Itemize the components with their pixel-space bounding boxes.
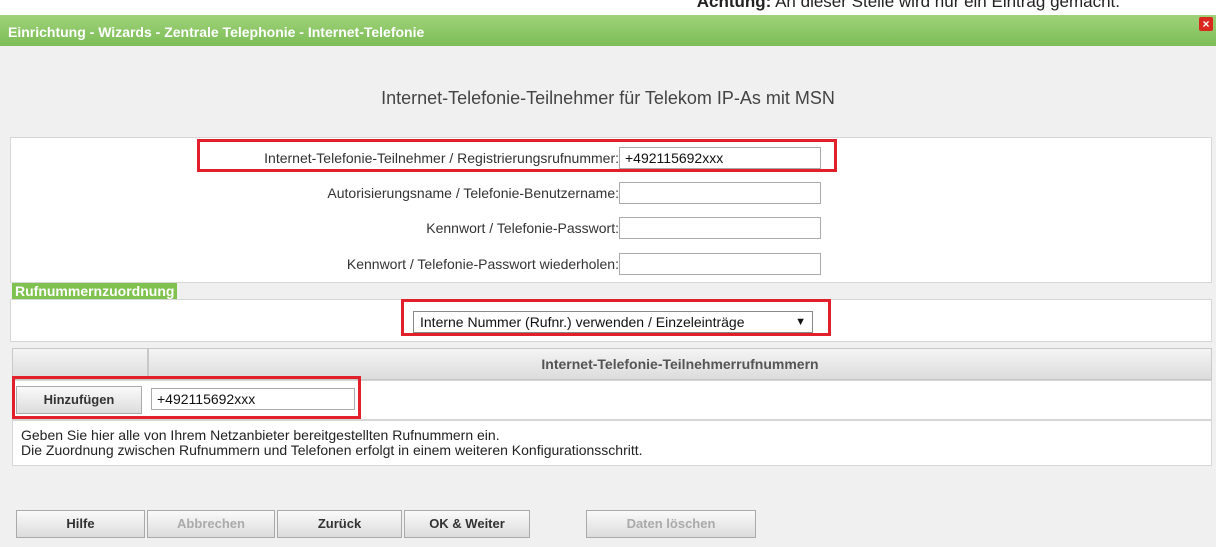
close-icon[interactable]: × (1199, 17, 1213, 31)
password-input[interactable] (619, 217, 821, 239)
top-note: Achtung: An dieser Stelle wird nur ein E… (0, 0, 1216, 14)
highlight-add (12, 376, 361, 419)
info-line-2: Die Zuordnung zwischen Rufnummern und Te… (21, 442, 643, 458)
page-title: Internet-Telefonie-Teilnehmer für Teleko… (381, 88, 835, 108)
section-rufnummernzuordnung: Rufnummernzuordnung (12, 283, 178, 300)
pw2-label: Kennwort / Telefonie-Passwort wiederhole… (346, 256, 619, 272)
cancel-button[interactable]: Abbrechen (147, 510, 275, 538)
note-bold: Achtung: (696, 0, 772, 11)
password-repeat-input[interactable] (619, 253, 821, 275)
info-line-1: Geben Sie hier alle von Ihrem Netzanbiet… (21, 427, 500, 443)
wizard-content: Internet-Telefonie-Teilnehmer für Teleko… (0, 46, 1216, 547)
delete-data-button[interactable]: Daten löschen (586, 510, 756, 538)
ok-next-button[interactable]: OK & Weiter (404, 510, 530, 538)
auth-label: Autorisierungsname / Telefonie-Benutzern… (327, 185, 619, 201)
window-titlebar: Einrichtung - Wizards - Zentrale Telepho… (0, 15, 1216, 46)
window-title: Einrichtung - Wizards - Zentrale Telepho… (8, 24, 425, 40)
highlight-assignment (401, 299, 831, 336)
note-text: An dieser Stelle wird nur ein Eintrag ge… (771, 0, 1120, 11)
pw-label: Kennwort / Telefonie-Passwort: (426, 220, 619, 236)
auth-name-input[interactable] (619, 182, 821, 204)
back-button[interactable]: Zurück (277, 510, 402, 538)
help-button[interactable]: Hilfe (16, 510, 145, 538)
highlight-registration (197, 139, 837, 172)
